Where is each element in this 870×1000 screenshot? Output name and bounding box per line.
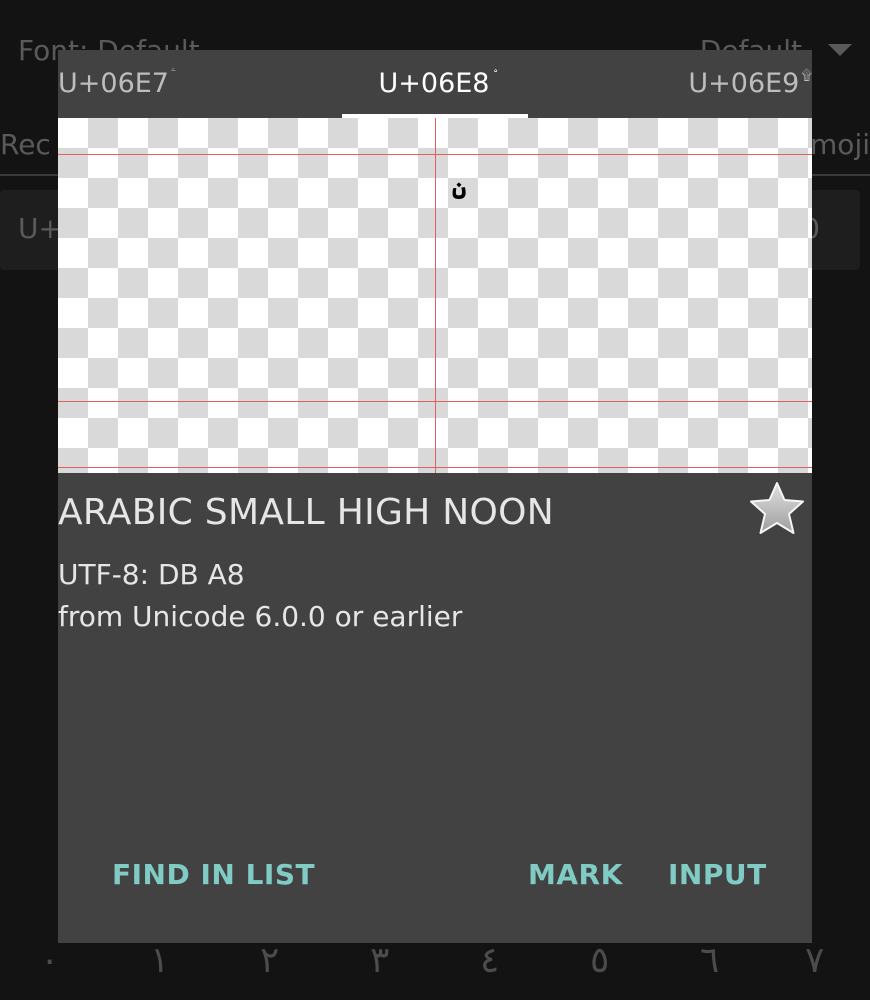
tab-prev-codepoint[interactable]: U+06E7ۧ — [58, 68, 171, 99]
bg-digit: ٤ — [480, 940, 500, 981]
bg-digit: ٥ — [590, 940, 610, 981]
tab-label: U+06E7 — [58, 68, 169, 99]
center-line — [435, 118, 436, 473]
bg-digit: ٣ — [370, 940, 390, 981]
tab-emoji: moji — [810, 128, 870, 161]
codepoint-tabs: U+06E7ۧ U+06E8ۨ U+06E9۩ — [58, 50, 812, 118]
preview-glyph: ۨ — [398, 178, 478, 250]
dropdown-caret-icon — [828, 44, 852, 56]
utf8-bytes: UTF-8: DB A8 — [58, 558, 245, 591]
tab-current-codepoint[interactable]: U+06E8ۨ — [342, 68, 528, 99]
bg-digit: ٠ — [40, 940, 60, 981]
bg-digit: ٧ — [805, 940, 825, 981]
character-name: ARABIC SMALL HIGH NOON — [58, 492, 555, 533]
star-icon[interactable] — [748, 480, 806, 538]
bg-digit: ١ — [150, 940, 170, 981]
character-detail-dialog: U+06E7ۧ U+06E8ۨ U+06E9۩ ۨ ARABIC SMALL H… — [58, 50, 812, 943]
find-in-list-button[interactable]: FIND IN LIST — [112, 858, 315, 891]
tab-recent: Rec — [0, 128, 51, 161]
tab-label: U+06E9 — [688, 68, 800, 99]
tab-glyph: ۩ — [801, 68, 812, 84]
mark-button[interactable]: MARK — [528, 858, 623, 891]
input-button[interactable]: INPUT — [668, 858, 767, 891]
bg-digit: ٦ — [700, 940, 720, 981]
tab-next-codepoint[interactable]: U+06E9 ۩ — [688, 68, 812, 99]
bg-digit: ٢ — [260, 940, 280, 981]
unicode-version: from Unicode 6.0.0 or earlier — [58, 600, 463, 633]
search-prefix: U+ — [18, 212, 62, 245]
glyph-preview: ۨ — [58, 118, 812, 473]
tab-label: U+06E8 — [378, 68, 490, 99]
